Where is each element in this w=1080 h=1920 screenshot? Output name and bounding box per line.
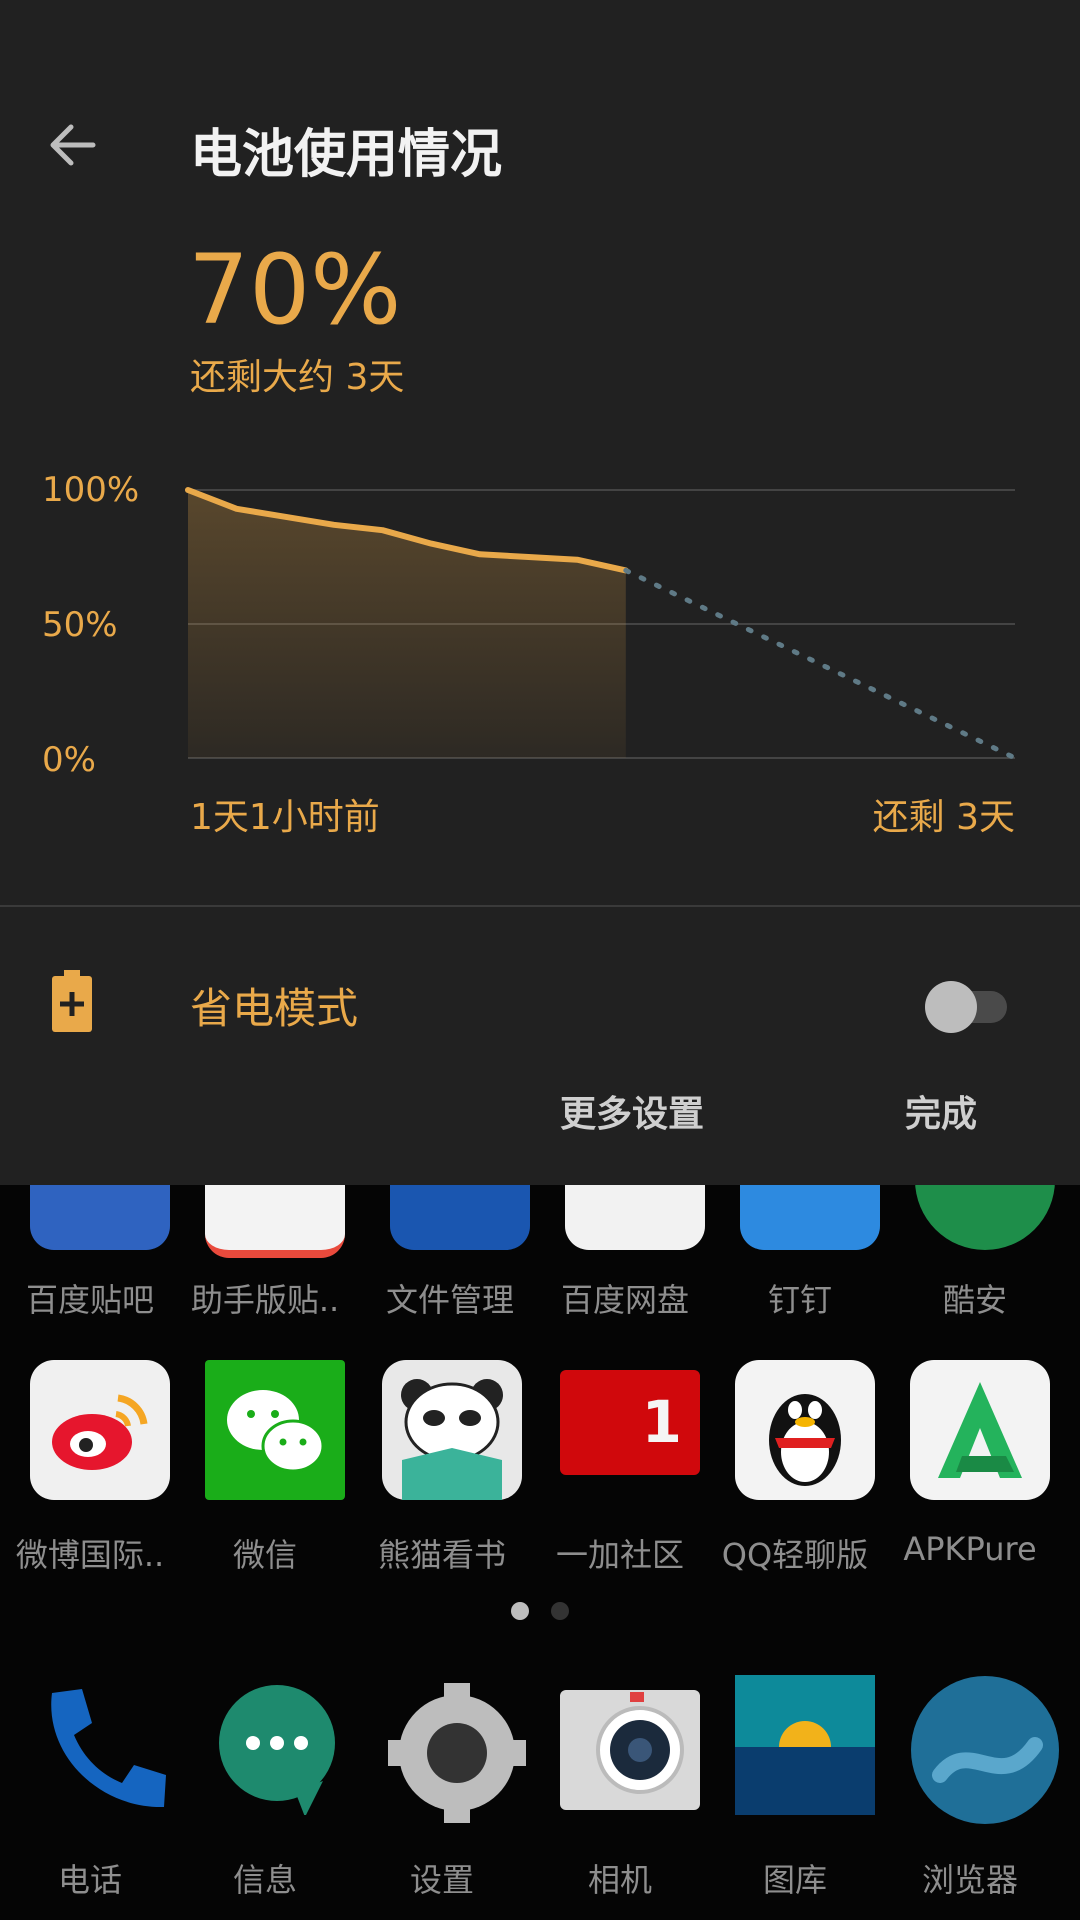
app-label: APKPure — [903, 1530, 1037, 1568]
done-button[interactable]: 完成 — [905, 1085, 977, 1137]
app-label: 图库 — [762, 1861, 827, 1899]
app-label: 微信 — [232, 1536, 297, 1574]
app-label: QQ轻聊版 — [721, 1536, 869, 1574]
app-label: 文件管理 — [385, 1281, 514, 1319]
apkpure-icon — [910, 1360, 1050, 1500]
battery-remaining-estimate: 还剩大约 3天 — [190, 357, 405, 398]
app-label: 一加社区 — [555, 1536, 684, 1574]
app-label: 助手版贴.. — [190, 1281, 340, 1319]
page-indicator — [0, 1602, 1080, 1624]
page-dot[interactable] — [551, 1602, 569, 1620]
gallery-icon — [735, 1675, 875, 1815]
panda-reader-icon — [382, 1360, 522, 1500]
app-label: 设置 — [409, 1861, 474, 1899]
weibo-icon — [30, 1360, 170, 1500]
page-dot-active[interactable] — [511, 1602, 529, 1620]
app-label: 钉钉 — [767, 1281, 832, 1319]
app-label: 熊猫看书 — [377, 1536, 506, 1574]
app-label: 浏览器 — [921, 1861, 1018, 1899]
camera-icon — [560, 1690, 700, 1810]
battery-chart — [185, 487, 1018, 761]
back-arrow-icon[interactable] — [45, 115, 105, 175]
chart-x-end-label: 还剩 3天 — [872, 797, 1015, 838]
settings-gear-icon — [382, 1675, 526, 1823]
predicted-drain-line — [623, 567, 1018, 761]
qq-penguin-icon — [735, 1360, 875, 1500]
more-settings-button[interactable]: 更多设置 — [560, 1085, 704, 1137]
browser-icon — [910, 1675, 1059, 1824]
divider — [0, 905, 1080, 907]
chart-x-start-label: 1天1小时前 — [190, 797, 380, 838]
battery-saver-toggle[interactable] — [925, 981, 1010, 1033]
page-title: 电池使用情况 — [190, 125, 503, 185]
community-badge: 1 — [641, 1388, 682, 1456]
battery-percent: 70% — [188, 234, 402, 346]
app-label: 酷安 — [942, 1281, 1007, 1319]
app-label: 信息 — [232, 1861, 297, 1899]
battery-saver-label: 省电模式 — [190, 984, 359, 1033]
phone-icon — [30, 1675, 170, 1815]
battery-saver-icon — [50, 970, 94, 1034]
app-label: 百度网盘 — [560, 1281, 689, 1319]
app-label: 百度贴吧 — [25, 1281, 154, 1319]
oneplus-community-icon: 1 — [560, 1370, 700, 1475]
app-label: 电话 — [57, 1861, 122, 1899]
usage-area — [188, 490, 626, 758]
app-label: 微博国际.. — [15, 1536, 165, 1574]
app-label: 相机 — [587, 1861, 652, 1899]
battery-usage-panel: 电池使用情况 70% 还剩大约 3天 100% 50% 0% 1天1小时前 还剩… — [0, 0, 1080, 1185]
wechat-icon — [205, 1360, 345, 1500]
messages-icon — [205, 1675, 345, 1817]
toggle-knob — [925, 981, 977, 1033]
